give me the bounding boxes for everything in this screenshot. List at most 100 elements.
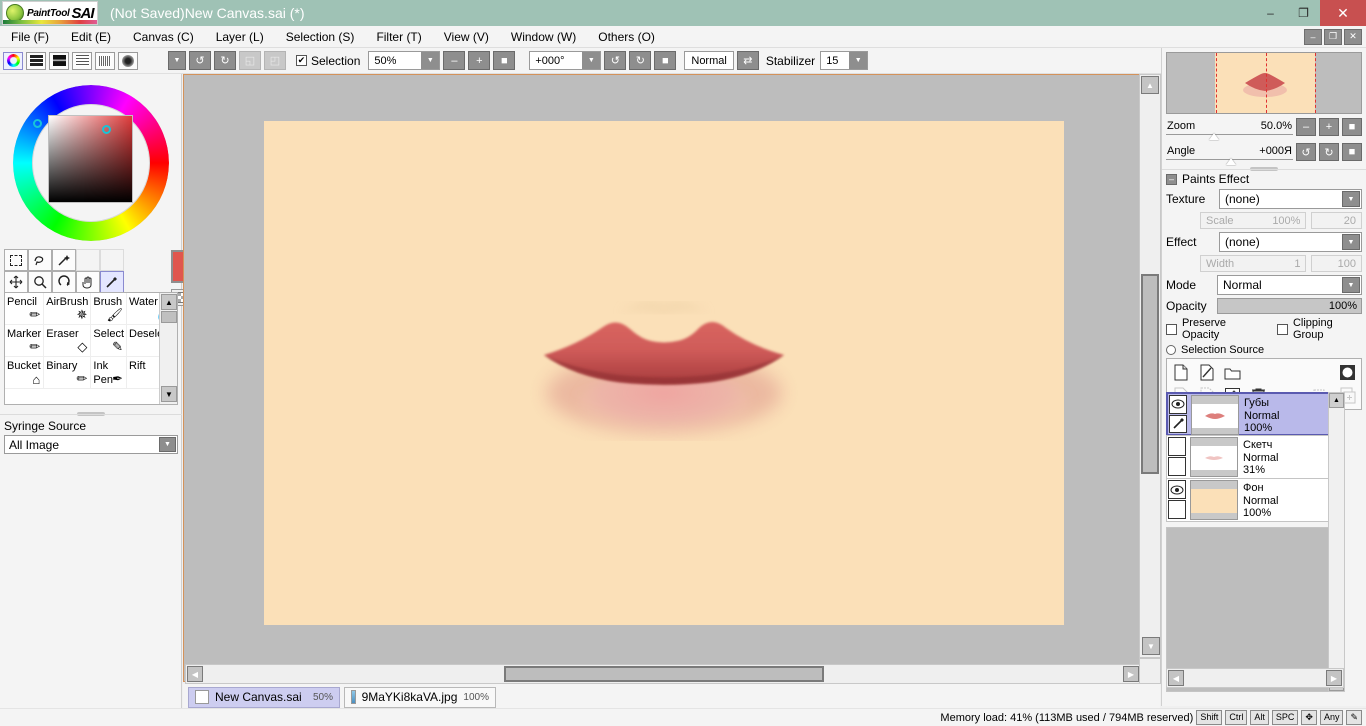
zoom-slider-track[interactable] [1166, 132, 1293, 140]
vscroll-up-button[interactable]: ▲ [1141, 76, 1159, 94]
toolbar-dropdown-icon[interactable]: ▼ [168, 51, 186, 70]
menu-selection[interactable]: Selection (S) [275, 26, 366, 48]
zoom-in-button[interactable]: + [468, 51, 491, 70]
vscroll-down-button[interactable]: ▼ [1142, 637, 1160, 655]
rgb-sliders-icon[interactable] [26, 51, 46, 70]
menu-window[interactable]: Window (W) [500, 26, 587, 48]
zoom-slider[interactable]: Zoom 50.0% [1166, 120, 1293, 140]
clipping-group-checkbox[interactable] [1276, 323, 1288, 335]
zoom-tool-icon[interactable] [28, 271, 52, 293]
brush-eraser[interactable]: Eraser ◇ [44, 325, 92, 357]
new-linework-layer-icon[interactable] [1197, 363, 1216, 382]
layer-visibility-toggle[interactable] [1168, 480, 1186, 499]
layer-row-background[interactable]: Фон Normal 100% [1166, 478, 1344, 522]
effect-select[interactable]: (none) ▼ [1219, 232, 1362, 252]
navigator-rotate-cw-button[interactable]: ↻ [1319, 143, 1339, 161]
texture-select[interactable]: (none) ▼ [1219, 189, 1362, 209]
layer-scroll-up-button[interactable]: ▲ [1329, 393, 1344, 408]
layer-selection-toggle[interactable] [1168, 500, 1186, 519]
new-layer-icon[interactable] [1171, 363, 1190, 382]
brush-scroll-up-button[interactable]: ▲ [161, 294, 177, 310]
swatch-list-icon[interactable] [72, 51, 92, 70]
artboard[interactable] [264, 121, 1064, 625]
layer-row-sketch[interactable]: Скетч Normal 31% [1166, 435, 1344, 479]
canvas-vertical-scrollbar[interactable]: ▲ ▼ [1139, 74, 1161, 658]
mode-select[interactable]: Normal ▼ [1217, 275, 1362, 295]
vscroll-thumb[interactable] [1141, 274, 1159, 474]
collapse-icon[interactable]: – [1166, 173, 1177, 185]
chevron-down-icon[interactable]: ▼ [1342, 277, 1360, 293]
rotate-tool-icon[interactable] [52, 271, 76, 293]
zoom-dropdown-icon[interactable]: ▼ [421, 52, 440, 69]
brush-bucket[interactable]: Bucket ⌂ [5, 357, 45, 389]
syringe-source-select[interactable]: All Image ▼ [4, 435, 178, 454]
flip-vertical-button[interactable]: ◰ [264, 51, 286, 70]
saturation-value-square[interactable] [47, 115, 133, 203]
new-folder-icon[interactable] [1223, 363, 1242, 382]
menu-file[interactable]: File (F) [0, 26, 60, 48]
chevron-down-icon[interactable]: ▼ [1342, 191, 1360, 207]
eyedropper-tool-icon[interactable] [100, 271, 124, 293]
navigator-zoom-out-button[interactable]: – [1296, 118, 1316, 136]
blend-mode-display[interactable]: Normal [684, 51, 734, 70]
close-button[interactable]: ✕ [1320, 0, 1366, 26]
chevron-down-icon[interactable]: ▼ [159, 437, 176, 452]
navigator-rotate-ccw-button[interactable]: ↺ [1296, 143, 1316, 161]
move-tool-icon[interactable] [4, 271, 28, 293]
hscroll-left-button[interactable]: ◀ [187, 666, 203, 682]
layer-selection-toggle[interactable] [1168, 457, 1186, 476]
select-lasso-tool-icon[interactable] [28, 249, 52, 271]
navigator-rotate-reset-button[interactable]: ■ [1342, 143, 1362, 161]
doc-tab-new-canvas[interactable]: New Canvas.sai 50% [188, 686, 340, 708]
angle-slider-knob[interactable] [1226, 157, 1236, 165]
layer-list-scrollbar[interactable]: ▲ ▼ [1328, 392, 1345, 692]
menu-edit[interactable]: Edit (E) [60, 26, 122, 48]
hand-tool-icon[interactable] [76, 271, 100, 293]
layer-list[interactable]: Губы Normal 100% Скетч Normal 31% Фон No… [1166, 392, 1345, 692]
brush-brush[interactable]: Brush 🖌 [91, 293, 127, 325]
preserve-opacity-checkbox[interactable] [1166, 323, 1177, 335]
navigator-zoom-in-button[interactable]: + [1319, 118, 1339, 136]
undo-button[interactable]: ↺ [189, 51, 211, 70]
layer-visibility-toggle[interactable] [1168, 437, 1186, 456]
menu-filter[interactable]: Filter (T) [365, 26, 432, 48]
layer-list-horizontal-scrollbar[interactable]: ◀ ▶ [1166, 668, 1344, 688]
selection-source-radio[interactable] [1166, 345, 1176, 355]
layer-visibility-toggle[interactable] [1169, 395, 1187, 414]
angle-slider[interactable]: Angle +000Я [1166, 145, 1293, 165]
doc-close-button[interactable]: ✕ [1344, 28, 1362, 45]
hscroll-thumb[interactable] [504, 666, 824, 682]
sv-cursor[interactable] [101, 125, 111, 134]
menu-others[interactable]: Others (O) [587, 26, 666, 48]
angle-slider-track[interactable] [1166, 157, 1293, 165]
brush-marker[interactable]: Marker ✏ [5, 325, 45, 357]
doc-tab-jpg[interactable]: 9MaYKi8kaVA.jpg 100% [344, 686, 496, 708]
navigator-preview[interactable] [1166, 52, 1362, 114]
swap-colors-button[interactable]: ⇄ [736, 51, 759, 70]
menu-layer[interactable]: Layer (L) [205, 26, 275, 48]
magic-wand-tool-icon[interactable] [52, 249, 76, 271]
blob-brush-icon[interactable] [118, 51, 138, 70]
restore-button[interactable]: ❐ [1287, 0, 1320, 26]
menu-canvas[interactable]: Canvas (C) [122, 26, 205, 48]
brush-select[interactable]: Select ✎ [91, 325, 127, 357]
opacity-slider[interactable]: 100% [1217, 298, 1362, 314]
layer-mask-icon[interactable] [1338, 363, 1357, 382]
hue-cursor[interactable] [32, 119, 42, 128]
selection-checkbox[interactable]: ✔ [296, 55, 307, 66]
chevron-down-icon[interactable]: ▼ [1342, 234, 1360, 250]
zoom-out-button[interactable]: – [443, 51, 466, 70]
paints-effect-header[interactable]: – Paints Effect [1166, 172, 1366, 186]
layer-hscroll-right-button[interactable]: ▶ [1326, 670, 1342, 686]
rotate-reset-button[interactable]: ■ [654, 51, 677, 70]
rotate-cw-button[interactable]: ↻ [629, 51, 652, 70]
hscroll-right-button[interactable]: ▶ [1123, 666, 1139, 682]
canvas-viewport[interactable] [183, 74, 1160, 682]
doc-restore-button[interactable]: ❐ [1324, 28, 1342, 45]
angle-dropdown-icon[interactable]: ▼ [582, 52, 601, 69]
swatch-grid-icon[interactable] [95, 51, 115, 70]
brush-airbrush[interactable]: AirBrush ✵ [44, 293, 92, 325]
brush-binary[interactable]: Binary ✏ [44, 357, 92, 389]
brush-pencil[interactable]: Pencil ✏ [5, 293, 45, 325]
brush-scroll-thumb[interactable] [161, 311, 177, 323]
